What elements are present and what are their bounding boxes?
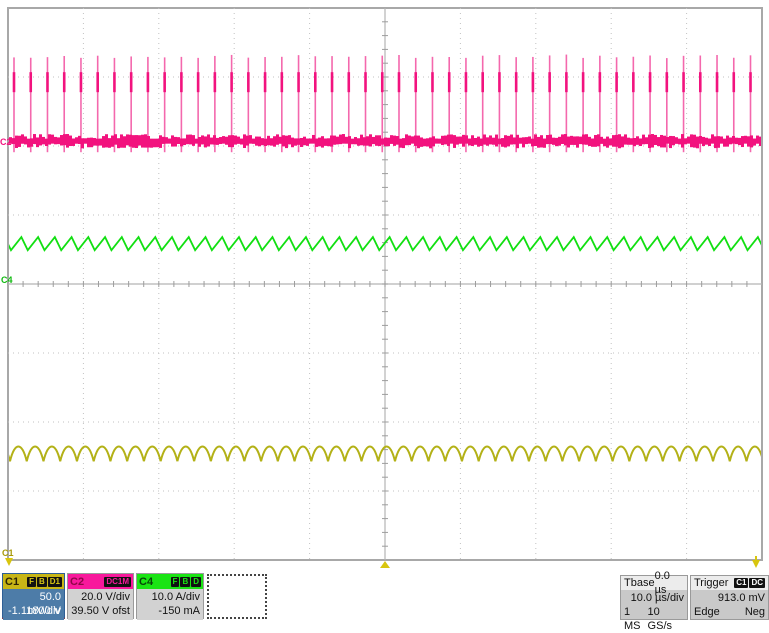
c1-offset: -1.11800 V: [7, 605, 61, 617]
oscilloscope-screen: { "channels": [ {"label": "C1", "badges"…: [0, 0, 769, 632]
channel-descriptor-c4[interactable]: C4 F B D 10.0 A/div -150 mA: [136, 573, 204, 620]
trigger-source-badge: C1: [734, 578, 749, 588]
channel-label-c1: C1: [5, 575, 20, 588]
badge-d-icon: D: [191, 576, 201, 587]
c1-volts-per-div: 50.0 mV/div: [27, 591, 61, 617]
c2-baseline-marker: C2: [0, 137, 12, 147]
badge-d1-icon: D1: [47, 576, 62, 587]
timebase-label: Tbase: [624, 577, 655, 589]
trigger-level-marker-icon[interactable]: [752, 560, 760, 568]
channel-values-c1: 50.0 mV/div -1.11800 V: [3, 589, 64, 620]
trigger-time-marker-icon[interactable]: [380, 561, 390, 568]
trigger-slope: Neg: [744, 606, 765, 618]
c2-volts-per-div: 20.0 V/div: [81, 591, 130, 603]
timebase-header: Tbase 0.0 µs: [621, 570, 687, 596]
empty-trace-slot[interactable]: [207, 574, 267, 619]
trigger-level: 913.0 mV: [717, 592, 765, 604]
c4-amps-per-div: 10.0 A/div: [151, 591, 200, 603]
channel-descriptor-c2[interactable]: C2 DC1M 20.0 V/div 39.50 V ofst: [67, 573, 134, 620]
c1-offscreen-arrow-icon: [5, 558, 13, 566]
sample-rate: 10 GS/s: [647, 606, 672, 632]
badge-f-icon: F: [170, 576, 180, 587]
c4-baseline-marker: C4: [1, 275, 13, 285]
channel-header-c2: C2 DC1M: [68, 574, 133, 589]
channel-header-c1: C1 F B D1: [3, 574, 64, 589]
time-per-div: 10.0 µs/div: [630, 592, 684, 604]
trigger-values: 913.0 mV Edge Neg: [691, 590, 768, 619]
channel-values-c2: 20.0 V/div 39.50 V ofst: [68, 589, 133, 620]
channel-header-c4: C4 F B D: [137, 574, 203, 589]
trigger-header: Trigger C1 DC: [691, 576, 768, 590]
trigger-type: Edge: [694, 606, 720, 618]
channel-label-c4: C4: [139, 575, 154, 588]
c4-offset: -150 mA: [158, 605, 200, 617]
trigger-descriptor[interactable]: Trigger C1 DC 913.0 mV Edge Neg: [690, 575, 769, 620]
c2-offset: 39.50 V ofst: [71, 605, 130, 617]
trigger-label: Trigger: [694, 577, 729, 589]
waveform-grid: C2 C4 C1: [0, 7, 763, 568]
badge-dc1m-icon: DC1M: [104, 576, 131, 587]
badge-b-icon: B: [180, 576, 191, 587]
badge-b-icon: B: [36, 576, 47, 587]
badge-f-icon: F: [27, 576, 36, 587]
channel-descriptor-c1[interactable]: C1 F B D1 50.0 mV/div -1.11800 V: [2, 573, 65, 620]
channel-values-c4: 10.0 A/div -150 mA: [137, 589, 203, 620]
timebase-descriptor[interactable]: Tbase 0.0 µs 10.0 µs/div 1 MS 10 GS/s: [620, 570, 688, 632]
channel-badges-c4: F B D: [170, 576, 201, 587]
c1-offscreen-marker: C1: [2, 548, 14, 558]
channel-badges-c2: DC1M: [104, 576, 131, 587]
sample-count: 1 MS: [624, 606, 641, 632]
timebase-values: 10.0 µs/div 1 MS 10 GS/s: [621, 590, 687, 632]
channel-badges-c1: F B D1: [27, 576, 62, 587]
channel-label-c2: C2: [70, 575, 85, 588]
trigger-coupling-badge: DC: [749, 578, 765, 588]
